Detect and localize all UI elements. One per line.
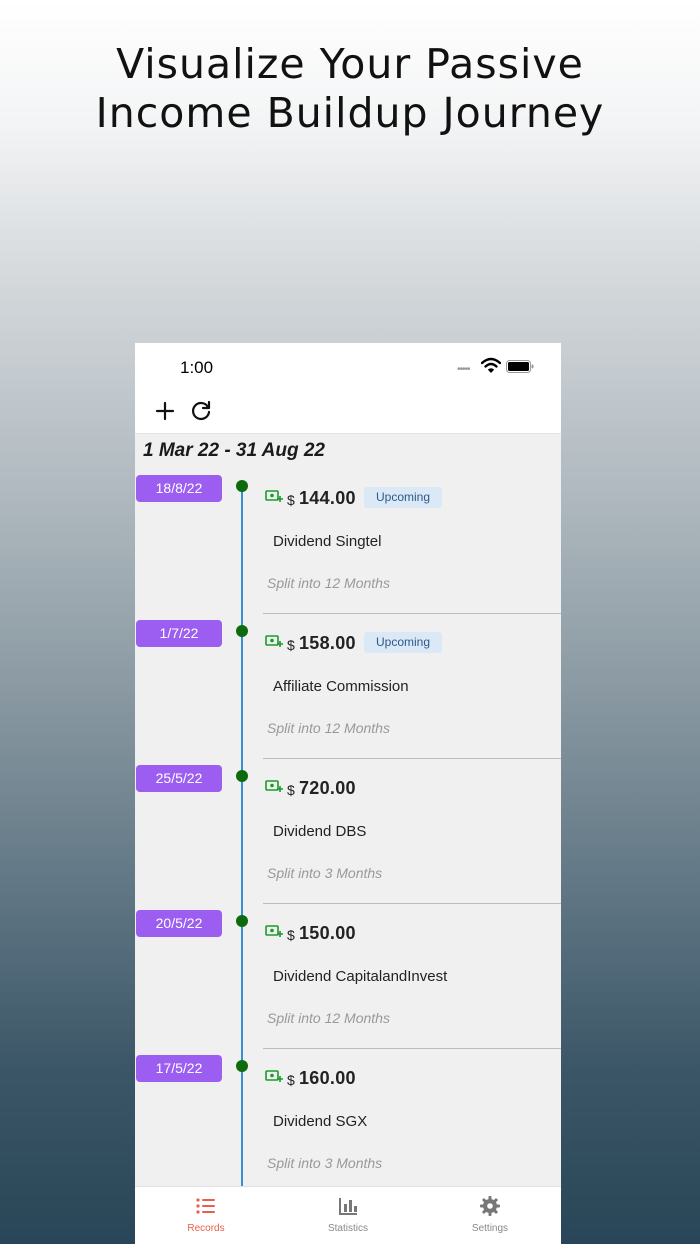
record-name: Dividend SGX bbox=[273, 1113, 368, 1130]
headline-line-1: Visualize Your Passive bbox=[116, 40, 584, 88]
money-icon bbox=[265, 780, 283, 792]
status-badge: Upcoming bbox=[364, 632, 442, 653]
list-icon bbox=[196, 1198, 215, 1214]
bar-chart-icon bbox=[339, 1198, 357, 1215]
record-name: Affiliate Commission bbox=[273, 678, 409, 695]
divider bbox=[263, 903, 561, 904]
record-name: Dividend Singtel bbox=[273, 533, 382, 550]
tab-settings[interactable]: Settings bbox=[419, 1187, 561, 1244]
date-pill[interactable]: 20/5/22 bbox=[136, 910, 222, 937]
record-entry[interactable]: 17/5/22 $ 160.00 Dividend SGX Split into… bbox=[135, 1055, 561, 1200]
tab-bar: Records Statistics Settings bbox=[135, 1186, 561, 1244]
refresh-icon bbox=[191, 400, 211, 421]
date-range-title: 1 Mar 22 - 31 Aug 22 bbox=[143, 440, 325, 461]
tab-label: Records bbox=[187, 1223, 225, 1234]
amount: 720.00 bbox=[299, 778, 356, 798]
record-entry[interactable]: 20/5/22 $ 150.00 Dividend CapitalandInve… bbox=[135, 910, 561, 1055]
gear-icon bbox=[480, 1196, 500, 1216]
money-icon bbox=[265, 635, 283, 647]
date-pill[interactable]: 17/5/22 bbox=[136, 1055, 222, 1082]
wifi-icon bbox=[481, 357, 501, 373]
record-entry[interactable]: 18/8/22 $ 144.00 Upcoming Dividend Singt… bbox=[135, 475, 561, 620]
currency-symbol: $ bbox=[287, 492, 295, 508]
record-name: Dividend DBS bbox=[273, 823, 367, 840]
timeline-dot bbox=[236, 770, 248, 782]
split-info: Split into 12 Months bbox=[267, 575, 390, 591]
money-icon bbox=[265, 1070, 283, 1082]
currency-symbol: $ bbox=[287, 637, 295, 653]
money-icon bbox=[265, 490, 283, 502]
status-bar: 1:00 ••••• bbox=[135, 343, 561, 391]
battery-icon bbox=[506, 360, 534, 373]
status-time: 1:00 bbox=[180, 358, 214, 377]
tab-label: Settings bbox=[471, 1223, 509, 1234]
tab-label: Statistics bbox=[327, 1223, 368, 1234]
date-pill[interactable]: 18/8/22 bbox=[136, 475, 222, 502]
split-info: Split into 12 Months bbox=[267, 720, 390, 736]
split-info: Split into 3 Months bbox=[267, 1155, 383, 1171]
status-badge: Upcoming bbox=[364, 487, 442, 508]
plus-icon bbox=[155, 401, 175, 421]
phone-screen: 1:00 ••••• 1 Mar 22 - 31 Aug 22 18/8/22 … bbox=[135, 343, 561, 1244]
date-pill[interactable]: 25/5/22 bbox=[136, 765, 222, 792]
divider bbox=[263, 1048, 561, 1049]
headline: Visualize Your Passive Income Buildup Jo… bbox=[0, 40, 700, 138]
divider bbox=[263, 758, 561, 759]
headline-line-2: Income Buildup Journey bbox=[95, 89, 605, 137]
timeline-dot bbox=[236, 480, 248, 492]
currency-symbol: $ bbox=[287, 1072, 295, 1088]
timeline-dot bbox=[236, 1060, 248, 1072]
refresh-button[interactable] bbox=[188, 398, 214, 424]
record-entry[interactable]: 25/5/22 $ 720.00 Dividend DBS Split into… bbox=[135, 765, 561, 910]
currency-symbol: $ bbox=[287, 927, 295, 943]
amount: 144.00 bbox=[299, 488, 356, 508]
amount: 150.00 bbox=[299, 923, 356, 943]
amount: 158.00 bbox=[299, 633, 356, 653]
timeline-dot bbox=[236, 915, 248, 927]
signal-icon: ••••• bbox=[457, 364, 470, 375]
tab-records[interactable]: Records bbox=[135, 1187, 277, 1244]
record-entry[interactable]: 1/7/22 $ 158.00 Upcoming Affiliate Commi… bbox=[135, 620, 561, 765]
date-pill[interactable]: 1/7/22 bbox=[136, 620, 222, 647]
split-info: Split into 3 Months bbox=[267, 865, 383, 881]
timeline-dot bbox=[236, 625, 248, 637]
currency-symbol: $ bbox=[287, 782, 295, 798]
add-button[interactable] bbox=[152, 398, 178, 424]
toolbar bbox=[135, 391, 561, 434]
divider bbox=[263, 613, 561, 614]
money-icon bbox=[265, 925, 283, 937]
amount: 160.00 bbox=[299, 1068, 356, 1088]
record-name: Dividend CapitalandInvest bbox=[273, 968, 448, 985]
tab-statistics[interactable]: Statistics bbox=[277, 1187, 419, 1244]
split-info: Split into 12 Months bbox=[267, 1010, 390, 1026]
